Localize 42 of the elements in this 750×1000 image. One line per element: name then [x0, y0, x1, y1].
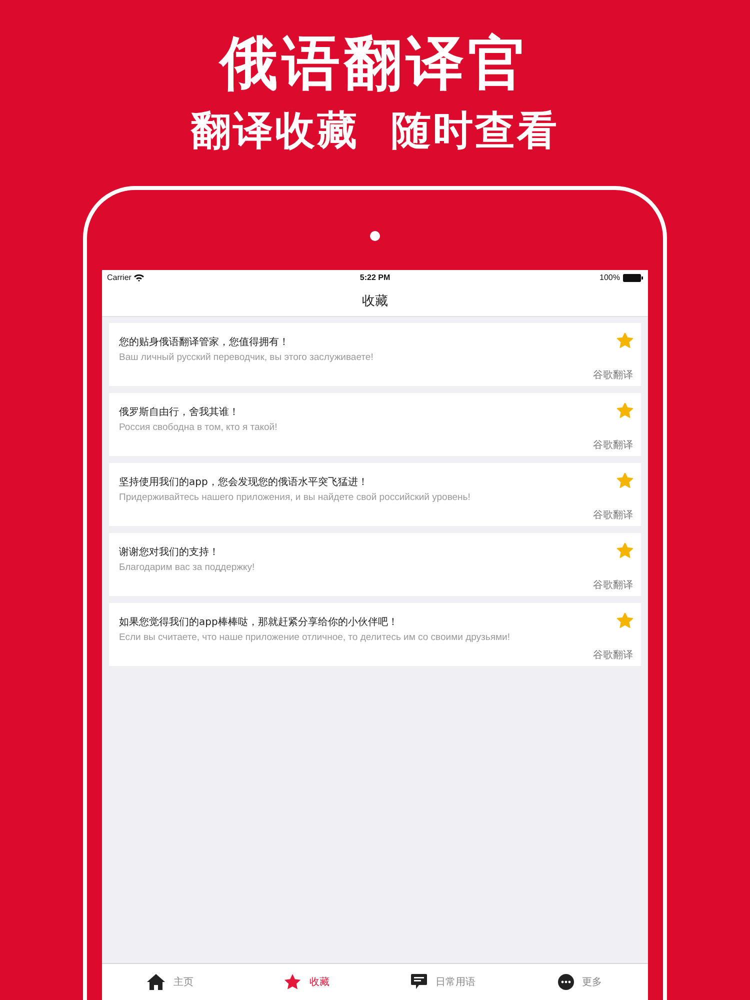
star-icon[interactable] [617, 402, 633, 418]
russian-text: Россия свободна в том, кто я такой! [119, 422, 278, 433]
star-icon[interactable] [617, 332, 633, 348]
favorite-card[interactable]: 您的贴身俄语翻译管家，您值得拥有！ Ваш личный русский переводчик, вы этого заслуживаете! 谷歌翻译 [109, 323, 641, 386]
nav-title: 收藏 [362, 292, 388, 310]
chinese-text: 坚持使用我们的app，您会发现您的俄语水平突飞猛进！ [119, 476, 368, 489]
source-label: 谷歌翻译 [593, 648, 633, 662]
star-icon [284, 974, 302, 990]
home-icon [147, 974, 166, 990]
more-icon [558, 974, 574, 990]
chinese-text: 如果您觉得我们的app棒棒哒，那就赶紧分享给你的小伙伴吧！ [119, 616, 398, 629]
battery-icon [623, 274, 643, 282]
russian-text: Ваш личный русский переводчик, вы этого заслуживаете! [119, 352, 374, 363]
tab-item[interactable]: 收藏 [238, 964, 375, 1000]
source-label: 谷歌翻译 [593, 438, 633, 452]
russian-text: Придерживайтесь нашего приложения, и вы найдете свой российский уровень! [119, 492, 472, 503]
star-icon[interactable] [617, 472, 633, 488]
carrier-label: Carrier [107, 273, 132, 282]
tab-item[interactable]: 日常用语 [375, 964, 512, 1000]
source-label: 谷歌翻译 [593, 508, 633, 522]
camera-dot [370, 231, 380, 241]
chinese-text: 谢谢您对我们的支持！ [119, 546, 219, 559]
wifi-icon [134, 274, 144, 282]
favorite-card[interactable]: 如果您觉得我们的app棒棒哒，那就赶紧分享给你的小伙伴吧！ Если вы считаете, что наше приложение отличное, то делитесь им со своими друзьями! 谷歌翻译 [109, 603, 641, 666]
favorite-card[interactable]: 坚持使用我们的app，您会发现您的俄语水平突飞猛进！ Придерживайтесь нашего приложения, и вы найдете свой российский уровень! 谷歌翻译 [109, 463, 641, 526]
battery-percent: 100% [600, 273, 620, 282]
subheadline: 翻译收藏 随时查看 [191, 107, 559, 156]
tab-item[interactable]: 主页 [102, 964, 238, 1000]
message-icon [411, 974, 428, 990]
headline: 俄语翻译官 [220, 28, 530, 98]
star-icon[interactable] [617, 542, 633, 558]
favorite-card[interactable]: 俄罗斯自由行，舍我其谁！ Россия свободна в том, кто я такой! 谷歌翻译 [109, 393, 641, 456]
russian-text: Благодарим вас за поддержку! [119, 562, 256, 573]
source-label: 谷歌翻译 [593, 578, 633, 592]
russian-text: Если вы считаете, что наше приложение отличное, то делитесь им со своими друзьями! [119, 632, 511, 643]
favorite-card[interactable]: 谢谢您对我们的支持！ Благодарим вас за поддержку! 谷歌翻译 [109, 533, 641, 596]
source-label: 谷歌翻译 [593, 368, 633, 382]
status-time: 5:22 PM [360, 273, 390, 282]
tab-item[interactable]: 更多 [512, 964, 648, 1000]
star-icon[interactable] [617, 612, 633, 628]
chinese-text: 俄罗斯自由行，舍我其谁！ [119, 406, 239, 419]
chinese-text: 您的贴身俄语翻译管家，您值得拥有！ [119, 336, 289, 349]
